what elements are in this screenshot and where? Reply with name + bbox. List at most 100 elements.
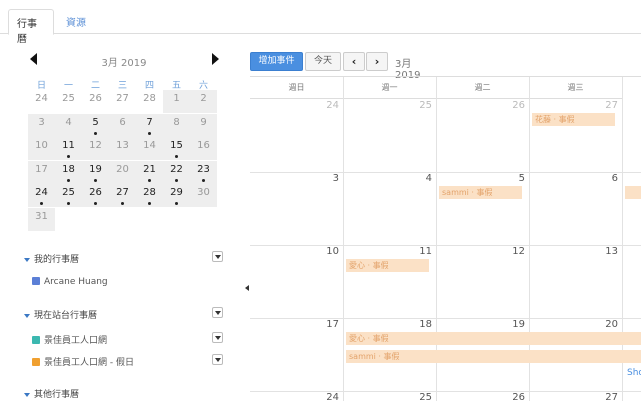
mini-day[interactable]: 29: [163, 184, 190, 207]
day-number[interactable]: 5: [505, 173, 525, 184]
other-calendars-header[interactable]: 其他行事曆: [24, 387, 79, 400]
next-month-button[interactable]: ›: [366, 52, 388, 71]
mini-day[interactable]: 31: [28, 207, 55, 231]
event-dot-icon: [67, 202, 70, 205]
day-number[interactable]: 11: [412, 246, 432, 257]
mini-day[interactable]: 2: [190, 90, 217, 113]
mini-day[interactable]: 5: [82, 113, 109, 137]
calendar-event[interactable]: sammi · 事假: [439, 186, 522, 199]
mini-day[interactable]: 3: [28, 113, 55, 137]
mini-day[interactable]: 1: [163, 90, 190, 113]
event-dot-icon: [40, 202, 43, 205]
day-number[interactable]: 24: [319, 100, 339, 111]
mini-day[interactable]: 12: [82, 137, 109, 160]
calendar-event[interactable]: 花藤 · 事假: [532, 113, 615, 126]
mini-day-number: 28: [143, 187, 156, 198]
mini-calendar: 3月 2019 日一二三四五六 24 25 26 27 28 1 2 3 4 5 6 7 8 9 10 11 12…: [28, 50, 220, 231]
day-number[interactable]: 25: [412, 392, 432, 403]
collapse-sidebar-icon[interactable]: [245, 285, 249, 291]
mini-day-number: 2: [200, 93, 207, 104]
mini-day[interactable]: 25: [55, 184, 82, 207]
day-number[interactable]: 3: [319, 173, 339, 184]
day-number[interactable]: 27: [598, 100, 618, 111]
mini-day[interactable]: 20: [109, 160, 136, 184]
day-number[interactable]: 25: [412, 100, 432, 111]
day-number[interactable]: 4: [412, 173, 432, 184]
calendar-event[interactable]: [625, 186, 641, 199]
calendar-item-portal-holidays[interactable]: 景佳員工人口網 - 假日: [32, 355, 134, 368]
prev-month-button[interactable]: ‹: [343, 52, 365, 71]
tab-calendar[interactable]: 行事曆: [8, 9, 54, 45]
event-dot-icon: [202, 178, 205, 182]
mini-day[interactable]: 9: [190, 113, 217, 137]
color-swatch: [32, 336, 40, 344]
site-calendars-dropdown-icon[interactable]: [212, 307, 223, 318]
calendar-item-portal[interactable]: 景佳員工人口網: [32, 333, 107, 346]
mini-day[interactable]: 18: [55, 160, 82, 184]
day-number[interactable]: 24: [319, 392, 339, 403]
mini-day[interactable]: 16: [190, 137, 217, 160]
mini-day[interactable]: 6: [109, 113, 136, 137]
portal-holidays-dropdown-icon[interactable]: [212, 354, 223, 365]
day-number[interactable]: 6: [598, 173, 618, 184]
mini-day[interactable]: 4: [55, 113, 82, 137]
day-number[interactable]: 27: [598, 392, 618, 403]
tab-resources[interactable]: 資源: [58, 9, 94, 35]
mini-day[interactable]: 30: [190, 184, 217, 207]
calendar-event[interactable]: 愛心 · 事假: [346, 332, 641, 345]
my-calendars-dropdown-icon[interactable]: [212, 251, 223, 262]
my-calendars-header[interactable]: 我的行事曆: [24, 252, 79, 265]
day-number[interactable]: 12: [505, 246, 525, 257]
mini-day[interactable]: 23: [190, 160, 217, 184]
add-event-button[interactable]: 增加事件: [250, 52, 303, 71]
mini-day[interactable]: 17: [28, 160, 55, 184]
mini-day[interactable]: 8: [163, 113, 190, 137]
day-number[interactable]: 13: [598, 246, 618, 257]
show-more-link[interactable]: Sho: [627, 368, 641, 378]
mini-day-number: 8: [173, 116, 180, 128]
mini-day[interactable]: 15: [163, 137, 190, 160]
mini-day[interactable]: 27: [109, 184, 136, 207]
mini-day-number: 25: [62, 187, 75, 198]
mini-day[interactable]: 24: [28, 184, 55, 207]
calendar-event[interactable]: 愛心 · 事假: [346, 259, 429, 272]
mini-day[interactable]: 28: [136, 90, 163, 113]
portal-dropdown-icon[interactable]: [212, 332, 223, 343]
mini-day[interactable]: 14: [136, 137, 163, 160]
mini-day[interactable]: 10: [28, 137, 55, 160]
mini-day[interactable]: 19: [82, 160, 109, 184]
mini-next-month-icon[interactable]: [212, 53, 219, 65]
mini-day-number: 22: [170, 163, 183, 175]
today-button[interactable]: 今天: [305, 52, 341, 71]
mini-day-number: 28: [143, 93, 156, 104]
day-number[interactable]: 17: [319, 319, 339, 330]
color-swatch: [32, 358, 40, 366]
day-number[interactable]: 20: [598, 319, 618, 330]
mini-day[interactable]: 13: [109, 137, 136, 160]
mini-day[interactable]: 22: [163, 160, 190, 184]
mini-day[interactable]: 24: [28, 90, 55, 113]
my-calendars-label: 我的行事曆: [34, 255, 80, 265]
mini-day[interactable]: 25: [55, 90, 82, 113]
mini-day[interactable]: 21: [136, 160, 163, 184]
mini-day[interactable]: 26: [82, 90, 109, 113]
day-number[interactable]: 18: [412, 319, 432, 330]
site-calendars-header[interactable]: 現在站台行事曆: [24, 308, 97, 321]
mini-day-number: 29: [170, 187, 183, 198]
mini-day-number: 4: [65, 116, 72, 128]
mini-day[interactable]: 26: [82, 184, 109, 207]
calendar-item-arcane-huang[interactable]: Arcane Huang: [32, 277, 108, 287]
day-number[interactable]: 19: [505, 319, 525, 330]
mini-day[interactable]: 11: [55, 137, 82, 160]
day-number[interactable]: 26: [505, 100, 525, 111]
day-number[interactable]: 10: [319, 246, 339, 257]
event-dot-icon: [94, 131, 97, 135]
weekday-column-header: 週二: [436, 77, 529, 99]
mini-day[interactable]: 28: [136, 184, 163, 207]
calendar-event[interactable]: sammi · 事假: [346, 350, 641, 363]
mini-day[interactable]: 7: [136, 113, 163, 137]
mini-month-title: 3月 2019: [101, 58, 147, 69]
day-number[interactable]: 26: [505, 392, 525, 403]
mini-day[interactable]: 27: [109, 90, 136, 113]
mini-day-number: 24: [35, 93, 48, 104]
